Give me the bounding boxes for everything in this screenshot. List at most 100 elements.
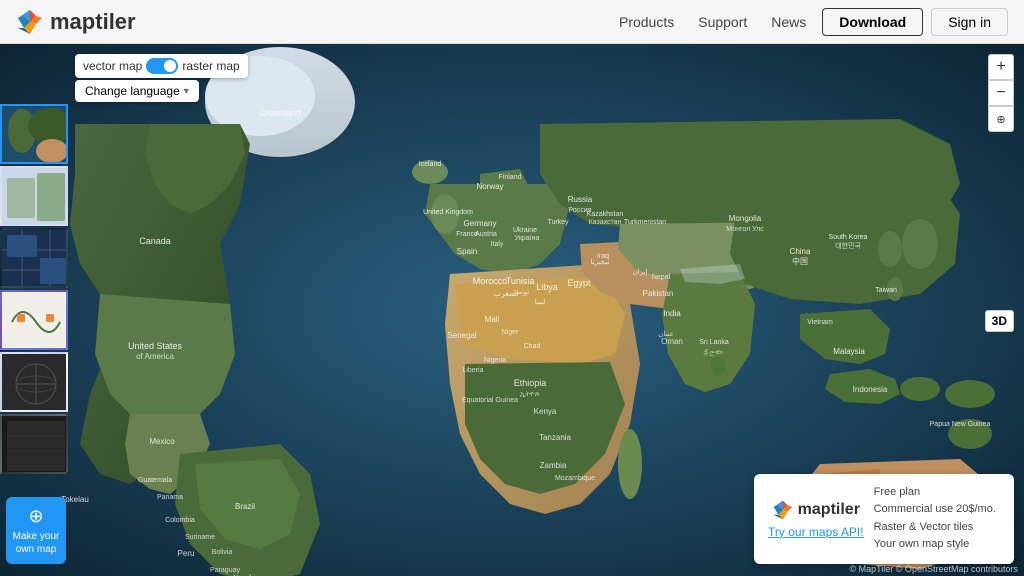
- toggle-switch[interactable]: [146, 58, 178, 74]
- svg-text:China: China: [790, 247, 811, 256]
- svg-text:Paraguay: Paraguay: [210, 567, 240, 574]
- svg-text:Panama: Panama: [157, 494, 183, 501]
- svg-text:Ukraine: Ukraine: [513, 227, 537, 234]
- svg-text:Indonesia: Indonesia: [853, 385, 888, 394]
- language-label: Change language: [85, 84, 180, 98]
- zoom-in-button[interactable]: +: [988, 54, 1014, 80]
- nav-news[interactable]: News: [771, 14, 806, 30]
- svg-text:عمان: عمان: [658, 330, 674, 338]
- svg-text:Papua New Guinea: Papua New Guinea: [930, 421, 991, 428]
- svg-text:Nepal: Nepal: [652, 274, 671, 281]
- svg-text:Spain: Spain: [457, 247, 477, 256]
- svg-text:Equatorial Guinea: Equatorial Guinea: [462, 397, 518, 404]
- raster-map-label: raster map: [182, 59, 239, 73]
- svg-text:تونس: تونس: [513, 289, 529, 296]
- vector-map-label: vector map: [83, 59, 142, 73]
- download-button[interactable]: Download: [822, 8, 923, 36]
- svg-text:Norway: Norway: [476, 182, 503, 191]
- map-thumbnail-4[interactable]: [0, 290, 68, 350]
- svg-text:Oman: Oman: [661, 337, 683, 346]
- svg-text:Morocco: Morocco: [473, 276, 508, 286]
- 3d-button[interactable]: 3D: [985, 310, 1014, 332]
- zoom-reset-button[interactable]: ⊕: [988, 106, 1014, 132]
- map-thumbnail-6[interactable]: [0, 414, 68, 474]
- svg-text:Finland: Finland: [499, 174, 522, 181]
- svg-text:Niger: Niger: [502, 329, 519, 336]
- svg-text:Pakistan: Pakistan: [643, 289, 674, 298]
- svg-text:United States: United States: [128, 341, 183, 351]
- svg-text:of America: of America: [136, 352, 174, 361]
- svg-text:대한민국: 대한민국: [835, 241, 861, 250]
- map-thumbnail-2[interactable]: [0, 166, 68, 226]
- svg-text:Россия: Россия: [569, 207, 592, 214]
- info-card-text: Free plan Commercial use 20$/mo. Raster …: [874, 484, 996, 554]
- nav-products[interactable]: Products: [619, 14, 674, 30]
- svg-text:Peru: Peru: [178, 549, 195, 558]
- try-api-link[interactable]: Try our maps API!: [768, 525, 864, 539]
- svg-text:Sri Lanka: Sri Lanka: [699, 339, 729, 346]
- svg-text:Україна: Україна: [515, 235, 540, 242]
- svg-text:Italy: Italy: [491, 241, 504, 248]
- svg-text:Vietnam: Vietnam: [807, 319, 833, 326]
- map-thumbnail-panel: [0, 104, 68, 474]
- svg-text:Mali: Mali: [485, 315, 500, 324]
- signin-button[interactable]: Sign in: [931, 8, 1008, 36]
- info-line-1: Free plan: [874, 484, 996, 502]
- info-line-4: Your own map style: [874, 536, 996, 554]
- map-type-toggle[interactable]: vector map raster map: [75, 54, 248, 78]
- svg-text:中国: 中国: [792, 256, 808, 266]
- language-button[interactable]: Change language ▾: [75, 80, 199, 102]
- info-logo-icon: [772, 499, 794, 521]
- svg-text:Brazil: Brazil: [235, 502, 255, 511]
- svg-text:Tunisia: Tunisia: [506, 276, 535, 286]
- info-line-3: Raster & Vector tiles: [874, 519, 996, 537]
- map-thumbnail-3[interactable]: [0, 228, 68, 288]
- make-map-label-1: Make your: [13, 531, 60, 542]
- svg-text:Zambia: Zambia: [540, 461, 567, 470]
- svg-text:Liberia: Liberia: [462, 367, 483, 374]
- make-map-icon: ⊕: [10, 505, 62, 528]
- svg-text:ශ්‍රී ලංකා: ශ්‍රී ලංකා: [703, 349, 723, 357]
- svg-text:Senegal: Senegal: [447, 331, 477, 340]
- zoom-out-button[interactable]: −: [988, 80, 1014, 106]
- svg-text:Kenya: Kenya: [534, 407, 557, 416]
- svg-text:Kazakhstan: Kazakhstan: [587, 211, 624, 218]
- map-thumbnail-5[interactable]: [0, 352, 68, 412]
- nav-support[interactable]: Support: [698, 14, 747, 30]
- svg-text:Malaysia: Malaysia: [833, 347, 865, 356]
- info-card[interactable]: maptiler Try our maps API! Free plan Com…: [754, 474, 1014, 564]
- map-thumbnail-1[interactable]: [0, 104, 68, 164]
- svg-text:Turkey: Turkey: [547, 219, 569, 226]
- svg-text:Казахстан: Казахстан: [589, 219, 622, 226]
- svg-text:South Korea: South Korea: [829, 234, 868, 241]
- header: maptiler Products Support News Download …: [0, 0, 1024, 44]
- svg-text:Guatemala: Guatemala: [138, 477, 172, 484]
- svg-text:Russia: Russia: [568, 195, 593, 204]
- svg-text:ኢትዮጵ: ኢትዮጵ: [520, 391, 541, 398]
- svg-text:Монгол Улс: Монгол Улс: [726, 226, 764, 233]
- logo-text: maptiler: [50, 9, 136, 35]
- make-map-label-2: own map: [16, 544, 57, 555]
- info-card-logo: maptiler Try our maps API!: [768, 499, 864, 539]
- svg-text:Taiwan: Taiwan: [875, 287, 897, 294]
- map-container[interactable]: Canada United States of America Mexico G…: [0, 44, 1024, 576]
- svg-text:Mozambique: Mozambique: [555, 475, 595, 482]
- make-map-button[interactable]: ⊕ Make your own map: [6, 497, 66, 564]
- svg-text:India: India: [663, 309, 681, 318]
- svg-text:Chad: Chad: [524, 343, 541, 350]
- svg-text:Suriname: Suriname: [185, 534, 215, 541]
- svg-text:United Kingdom: United Kingdom: [423, 209, 473, 216]
- svg-text:Mongolia: Mongolia: [729, 214, 762, 223]
- main-nav: Products Support News: [619, 14, 806, 30]
- svg-text:Austria: Austria: [475, 231, 497, 238]
- chevron-down-icon: ▾: [184, 86, 189, 97]
- svg-text:Turkmenistan: Turkmenistan: [624, 219, 666, 226]
- logo[interactable]: maptiler: [16, 8, 136, 36]
- svg-text:Colombia: Colombia: [165, 517, 195, 524]
- info-line-2: Commercial use 20$/mo.: [874, 501, 996, 519]
- zoom-controls[interactable]: + − ⊕: [988, 54, 1014, 132]
- svg-text:Egypt: Egypt: [567, 278, 591, 288]
- svg-text:Germany: Germany: [464, 219, 497, 228]
- logo-icon: [16, 8, 44, 36]
- svg-text:Canada: Canada: [139, 236, 171, 246]
